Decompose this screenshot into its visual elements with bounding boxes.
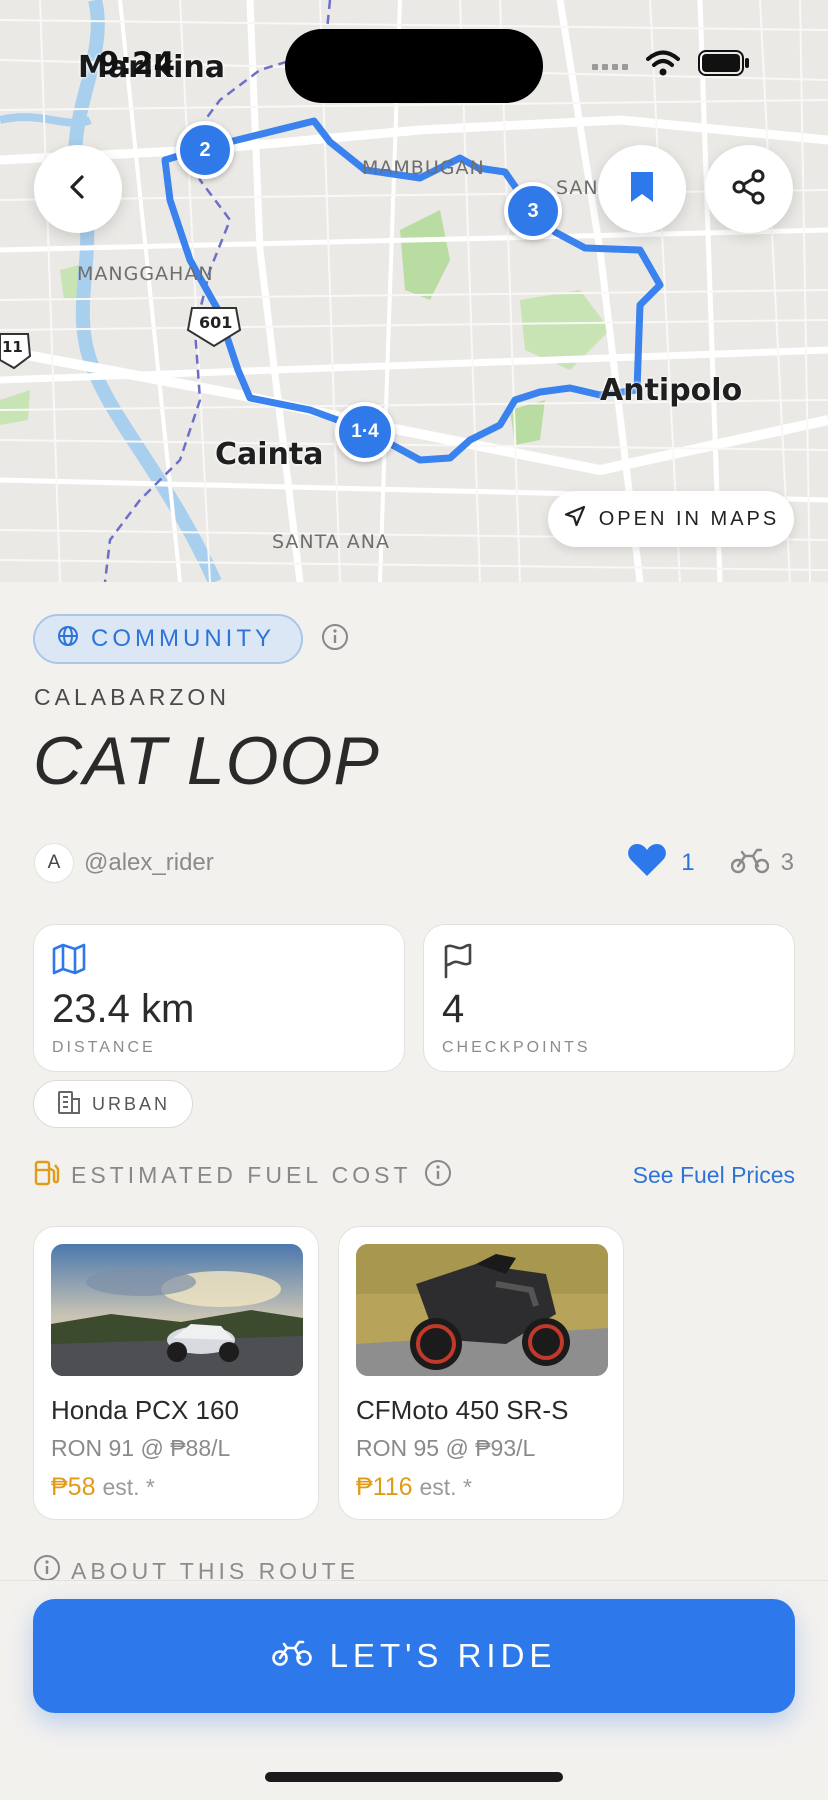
save-route-button[interactable] <box>598 145 686 233</box>
bike-name: CFMoto 450 SR-S <box>356 1395 569 1425</box>
status-icons <box>592 50 750 81</box>
flag-icon <box>442 943 474 984</box>
like-button[interactable]: 1 <box>627 843 695 884</box>
map-label-manggahan: MANGGAHAN <box>77 263 214 285</box>
fuel-cost-estimate-note: est. * <box>102 1474 155 1500</box>
open-in-maps-label: OPEN IN MAPS <box>598 507 780 530</box>
distance-card: 23.4 km DISTANCE <box>33 924 405 1072</box>
fuel-cost-value: ₱58 <box>51 1473 96 1501</box>
battery-icon <box>698 50 750 81</box>
checkpoint-marker[interactable]: 3 <box>504 182 562 240</box>
rides-count: 3 <box>780 849 794 876</box>
see-fuel-prices-link[interactable]: See Fuel Prices <box>633 1162 795 1189</box>
map-label-cainta: Cainta <box>215 437 324 472</box>
checkpoint-label: 1·4 <box>351 421 379 442</box>
checkpoint-marker[interactable]: 1·4 <box>335 402 395 462</box>
road-shield-11: 11 <box>2 338 23 356</box>
distance-value: 23.4 km <box>52 987 195 1031</box>
fuel-cost-header: ESTIMATED FUEL COST See Fuel Prices <box>33 1158 795 1192</box>
terrain-label: URBAN <box>92 1093 171 1114</box>
wifi-icon <box>646 50 680 81</box>
checkpoints-value: 4 <box>442 987 465 1031</box>
fuel-cost-estimate-note: est. * <box>419 1474 472 1500</box>
open-in-maps-button[interactable]: OPEN IN MAPS <box>548 491 794 547</box>
bookmark-icon <box>628 170 656 209</box>
checkpoint-label: 2 <box>199 138 211 161</box>
lets-ride-label: LET'S RIDE <box>329 1637 557 1674</box>
bike-fuel-cost: ₱58 est. * <box>51 1473 155 1502</box>
bike-fuel-card[interactable]: CFMoto 450 SR-S RON 95 @ ₱93/L ₱116 est.… <box>338 1226 624 1520</box>
bike-photo <box>51 1244 303 1376</box>
likes-count: 1 <box>681 849 695 876</box>
back-button[interactable] <box>34 145 122 233</box>
dynamic-island <box>285 29 543 103</box>
route-map[interactable]: MANGGAHAN MAMBUGAN SAN ROQUE SANTA ANA M… <box>0 0 828 582</box>
bike-fuel-grade: RON 91 @ ₱88/L <box>51 1435 231 1461</box>
bike-name: Honda PCX 160 <box>51 1395 239 1425</box>
community-badge: COMMUNITY <box>33 614 303 664</box>
lets-ride-button[interactable]: LET'S RIDE <box>33 1599 795 1713</box>
badge-row: COMMUNITY <box>33 614 349 664</box>
avatar[interactable]: A <box>34 843 74 883</box>
fuel-cost-value: ₱116 <box>356 1473 413 1501</box>
home-indicator <box>265 1772 563 1782</box>
motorcycle-icon <box>271 1637 312 1675</box>
share-button[interactable] <box>705 145 793 233</box>
route-region: CALABARZON <box>34 684 230 710</box>
fuel-pump-icon <box>33 1159 61 1192</box>
checkpoints-label: CHECKPOINTS <box>442 1039 591 1056</box>
bike-fuel-cost: ₱116 est. * <box>356 1473 472 1502</box>
community-badge-label: COMMUNITY <box>91 625 275 652</box>
navigation-arrow-icon <box>563 504 587 534</box>
bike-photo <box>356 1244 608 1376</box>
distance-label: DISTANCE <box>52 1039 156 1056</box>
info-icon[interactable] <box>424 1159 452 1192</box>
cellular-icon <box>592 56 628 75</box>
building-icon <box>56 1089 82 1120</box>
info-icon[interactable] <box>321 623 349 656</box>
rides-count-group: 3 <box>730 846 794 881</box>
map-label-mambugan: MAMBUGAN <box>362 157 485 179</box>
map-icon <box>52 943 86 980</box>
checkpoint-label: 3 <box>527 199 539 222</box>
terrain-tag: URBAN <box>33 1080 194 1128</box>
route-title: CAT LOOP <box>33 723 380 799</box>
road-shield-601: 601 <box>199 313 233 332</box>
motorcycle-icon <box>730 846 769 881</box>
share-icon <box>730 168 768 211</box>
map-label-antipolo: Antipolo <box>600 373 743 408</box>
map-label-santa-ana: SANTA ANA <box>272 531 390 553</box>
status-time: 9:24 <box>98 46 176 82</box>
route-detail-screen: MANGGAHAN MAMBUGAN SAN ROQUE SANTA ANA M… <box>0 0 828 1800</box>
bike-fuel-grade: RON 95 @ ₱93/L <box>356 1435 536 1461</box>
checkpoints-card: 4 CHECKPOINTS <box>423 924 795 1072</box>
bike-fuel-card[interactable]: Honda PCX 160 RON 91 @ ₱88/L ₱58 est. * <box>33 1226 319 1520</box>
fuel-cost-title: ESTIMATED FUEL COST <box>71 1161 412 1188</box>
checkpoint-marker[interactable]: 2 <box>176 121 234 179</box>
chevron-left-icon <box>64 173 92 206</box>
author-handle[interactable]: @alex_rider <box>84 849 214 877</box>
heart-icon <box>627 843 667 884</box>
author-row: A @alex_rider 1 3 <box>34 842 794 884</box>
globe-icon <box>57 625 79 654</box>
